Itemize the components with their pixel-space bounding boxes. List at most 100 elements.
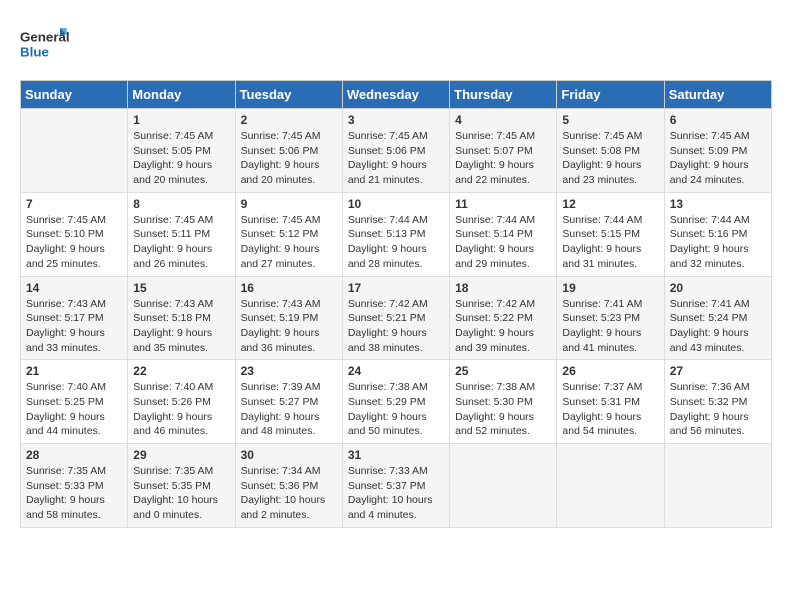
day-info: Sunrise: 7:45 AM Sunset: 5:06 PM Dayligh… <box>348 129 444 188</box>
calendar-cell: 9Sunrise: 7:45 AM Sunset: 5:12 PM Daylig… <box>235 192 342 276</box>
calendar-cell: 22 Sunrise: 7:40 AM Sunset: 5:26 PM Dayli… <box>128 360 235 444</box>
day-info: Sunrise: 7:41 AM Sunset: 5:23 PM Dayligh… <box>562 297 658 356</box>
calendar-cell: 7Sunrise: 7:45 AM Sunset: 5:10 PM Daylig… <box>21 192 128 276</box>
day-number: 13 <box>670 197 766 211</box>
day-info: Sunrise: 7:42 AM Sunset: 5:21 PM Dayligh… <box>348 297 444 356</box>
day-number: 6 <box>670 113 766 127</box>
logo: General Blue <box>20 20 70 70</box>
day-number: 4 <box>455 113 551 127</box>
day-info: Sunrise: 7:45 AM Sunset: 5:09 PM Dayligh… <box>670 129 766 188</box>
day-number: 22 <box>133 364 229 378</box>
calendar-cell: 5Sunrise: 7:45 AM Sunset: 5:08 PM Daylig… <box>557 109 664 193</box>
calendar-cell: 16 Sunrise: 7:43 AM Sunset: 5:19 PM Dayli… <box>235 276 342 360</box>
calendar-cell: 24 Sunrise: 7:38 AM Sunset: 5:29 PM Dayli… <box>342 360 449 444</box>
day-info: Sunrise: 7:45 AM Sunset: 5:06 PM Dayligh… <box>241 129 337 188</box>
day-number: 1 <box>133 113 229 127</box>
calendar-cell: 1 Sunrise: 7:45 AM Sunset: 5:05 PM Daylig… <box>128 109 235 193</box>
calendar-cell: 26 Sunrise: 7:37 AM Sunset: 5:31 PM Dayli… <box>557 360 664 444</box>
day-number: 18 <box>455 281 551 295</box>
calendar-week-4: 28 Sunrise: 7:35 AM Sunset: 5:33 PM Dayli… <box>21 444 772 528</box>
day-number: 24 <box>348 364 444 378</box>
day-number: 30 <box>241 448 337 462</box>
calendar-cell: 8 Sunrise: 7:45 AM Sunset: 5:11 PM Daylig… <box>128 192 235 276</box>
day-number: 31 <box>348 448 444 462</box>
calendar-cell: 31 Sunrise: 7:33 AM Sunset: 5:37 PM Dayli… <box>342 444 449 528</box>
day-info: Sunrise: 7:43 AM Sunset: 5:18 PM Dayligh… <box>133 297 229 356</box>
calendar-cell <box>664 444 771 528</box>
day-info: Sunrise: 7:45 AM Sunset: 5:11 PM Dayligh… <box>133 213 229 272</box>
calendar-cell: 29Sunrise: 7:35 AM Sunset: 5:35 PM Dayli… <box>128 444 235 528</box>
day-info: Sunrise: 7:41 AM Sunset: 5:24 PM Dayligh… <box>670 297 766 356</box>
day-number: 16 <box>241 281 337 295</box>
calendar-cell <box>21 109 128 193</box>
calendar-cell: 11 Sunrise: 7:44 AM Sunset: 5:14 PM Dayli… <box>450 192 557 276</box>
calendar-cell: 17 Sunrise: 7:42 AM Sunset: 5:21 PM Dayli… <box>342 276 449 360</box>
calendar-cell: 14 Sunrise: 7:43 AM Sunset: 5:17 PM Dayli… <box>21 276 128 360</box>
day-number: 8 <box>133 197 229 211</box>
day-info: Sunrise: 7:35 AM Sunset: 5:33 PM Dayligh… <box>26 464 122 523</box>
day-number: 25 <box>455 364 551 378</box>
logo-svg: General Blue <box>20 20 70 70</box>
day-number: 3 <box>348 113 444 127</box>
day-number: 14 <box>26 281 122 295</box>
day-info: Sunrise: 7:45 AM Sunset: 5:08 PM Dayligh… <box>562 129 658 188</box>
page-header: General Blue <box>20 20 772 70</box>
calendar-cell: 6 Sunrise: 7:45 AM Sunset: 5:09 PM Daylig… <box>664 109 771 193</box>
calendar-cell: 12Sunrise: 7:44 AM Sunset: 5:15 PM Dayli… <box>557 192 664 276</box>
calendar-cell: 27Sunrise: 7:36 AM Sunset: 5:32 PM Dayli… <box>664 360 771 444</box>
day-info: Sunrise: 7:45 AM Sunset: 5:05 PM Dayligh… <box>133 129 229 188</box>
weekday-header-monday: Monday <box>128 81 235 109</box>
calendar-body: 1 Sunrise: 7:45 AM Sunset: 5:05 PM Daylig… <box>21 109 772 528</box>
calendar-cell <box>557 444 664 528</box>
calendar-week-2: 14 Sunrise: 7:43 AM Sunset: 5:17 PM Dayli… <box>21 276 772 360</box>
day-number: 12 <box>562 197 658 211</box>
calendar-week-0: 1 Sunrise: 7:45 AM Sunset: 5:05 PM Daylig… <box>21 109 772 193</box>
weekday-header-sunday: Sunday <box>21 81 128 109</box>
calendar-cell: 28 Sunrise: 7:35 AM Sunset: 5:33 PM Dayli… <box>21 444 128 528</box>
day-info: Sunrise: 7:45 AM Sunset: 5:12 PM Dayligh… <box>241 213 337 272</box>
day-number: 28 <box>26 448 122 462</box>
day-number: 21 <box>26 364 122 378</box>
calendar-cell: 2Sunrise: 7:45 AM Sunset: 5:06 PM Daylig… <box>235 109 342 193</box>
day-number: 7 <box>26 197 122 211</box>
day-number: 26 <box>562 364 658 378</box>
day-info: Sunrise: 7:37 AM Sunset: 5:31 PM Dayligh… <box>562 380 658 439</box>
day-info: Sunrise: 7:44 AM Sunset: 5:14 PM Dayligh… <box>455 213 551 272</box>
day-info: Sunrise: 7:40 AM Sunset: 5:26 PM Dayligh… <box>133 380 229 439</box>
day-info: Sunrise: 7:39 AM Sunset: 5:27 PM Dayligh… <box>241 380 337 439</box>
calendar-week-3: 21 Sunrise: 7:40 AM Sunset: 5:25 PM Dayli… <box>21 360 772 444</box>
calendar-header: SundayMondayTuesdayWednesdayThursdayFrid… <box>21 81 772 109</box>
day-info: Sunrise: 7:45 AM Sunset: 5:07 PM Dayligh… <box>455 129 551 188</box>
weekday-header-thursday: Thursday <box>450 81 557 109</box>
weekday-header-wednesday: Wednesday <box>342 81 449 109</box>
calendar-cell <box>450 444 557 528</box>
calendar-cell: 15 Sunrise: 7:43 AM Sunset: 5:18 PM Dayli… <box>128 276 235 360</box>
day-info: Sunrise: 7:38 AM Sunset: 5:29 PM Dayligh… <box>348 380 444 439</box>
day-number: 17 <box>348 281 444 295</box>
calendar-cell: 20 Sunrise: 7:41 AM Sunset: 5:24 PM Dayli… <box>664 276 771 360</box>
calendar-cell: 18Sunrise: 7:42 AM Sunset: 5:22 PM Dayli… <box>450 276 557 360</box>
calendar-week-1: 7Sunrise: 7:45 AM Sunset: 5:10 PM Daylig… <box>21 192 772 276</box>
svg-text:Blue: Blue <box>20 44 49 59</box>
day-info: Sunrise: 7:43 AM Sunset: 5:17 PM Dayligh… <box>26 297 122 356</box>
day-number: 15 <box>133 281 229 295</box>
weekday-header-row: SundayMondayTuesdayWednesdayThursdayFrid… <box>21 81 772 109</box>
day-number: 10 <box>348 197 444 211</box>
day-number: 23 <box>241 364 337 378</box>
weekday-header-friday: Friday <box>557 81 664 109</box>
day-info: Sunrise: 7:40 AM Sunset: 5:25 PM Dayligh… <box>26 380 122 439</box>
day-number: 11 <box>455 197 551 211</box>
day-info: Sunrise: 7:44 AM Sunset: 5:13 PM Dayligh… <box>348 213 444 272</box>
day-info: Sunrise: 7:36 AM Sunset: 5:32 PM Dayligh… <box>670 380 766 439</box>
day-info: Sunrise: 7:34 AM Sunset: 5:36 PM Dayligh… <box>241 464 337 523</box>
day-info: Sunrise: 7:38 AM Sunset: 5:30 PM Dayligh… <box>455 380 551 439</box>
calendar-cell: 30 Sunrise: 7:34 AM Sunset: 5:36 PM Dayli… <box>235 444 342 528</box>
weekday-header-tuesday: Tuesday <box>235 81 342 109</box>
calendar-cell: 4 Sunrise: 7:45 AM Sunset: 5:07 PM Daylig… <box>450 109 557 193</box>
day-number: 20 <box>670 281 766 295</box>
day-info: Sunrise: 7:33 AM Sunset: 5:37 PM Dayligh… <box>348 464 444 523</box>
calendar-cell: 10 Sunrise: 7:44 AM Sunset: 5:13 PM Dayli… <box>342 192 449 276</box>
calendar-cell: 13Sunrise: 7:44 AM Sunset: 5:16 PM Dayli… <box>664 192 771 276</box>
calendar-table: SundayMondayTuesdayWednesdayThursdayFrid… <box>20 80 772 528</box>
day-info: Sunrise: 7:43 AM Sunset: 5:19 PM Dayligh… <box>241 297 337 356</box>
